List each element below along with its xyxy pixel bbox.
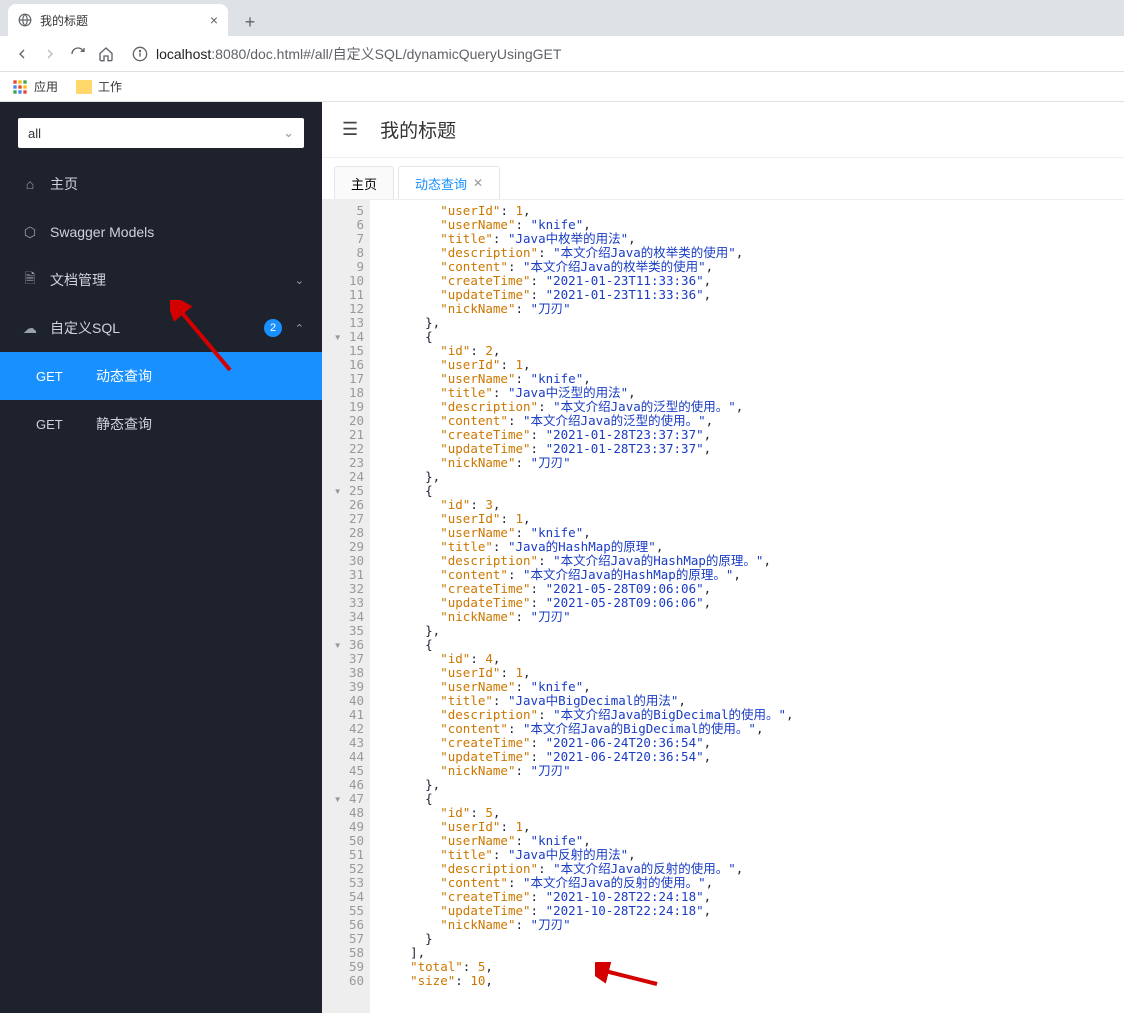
chevron-down-icon: ⌄ — [295, 274, 304, 287]
doc-icon: 🗎 — [22, 268, 38, 292]
new-tab-button[interactable]: + — [236, 8, 264, 36]
sidebar-item-cube[interactable]: ⬡ Swagger Models — [0, 208, 322, 256]
content-tabs: 主页 动态查询 ✕ — [322, 158, 1124, 200]
url-host: localhost — [156, 46, 211, 62]
folder-icon — [76, 80, 92, 94]
count-badge: 2 — [264, 319, 282, 337]
sidebar-subitem[interactable]: GET静态查询 — [0, 400, 322, 448]
apps-label: 应用 — [34, 78, 58, 95]
subitem-label: 静态查询 — [96, 414, 152, 434]
sidebar-item-label: 主页 — [50, 174, 78, 194]
work-label: 工作 — [98, 78, 122, 95]
annotation-arrow-icon — [595, 962, 665, 992]
apps-icon — [12, 79, 28, 95]
sidebar-item-label: Swagger Models — [50, 224, 154, 240]
sidebar-item-label: 自定义SQL — [50, 318, 120, 338]
chevron-down-icon: ⌄ — [283, 125, 294, 141]
reload-button[interactable] — [64, 40, 92, 68]
top-bar: ☰ 我的标题 — [322, 102, 1124, 158]
browser-tabbar: 我的标题 × + — [0, 0, 1124, 36]
url-box[interactable]: localhost:8080/doc.html#/all/自定义SQL/dyna… — [126, 44, 1116, 64]
sidebar-item-cloud[interactable]: ☁ 自定义SQL 2 ⌃ — [0, 304, 322, 352]
group-select[interactable]: all ⌄ — [18, 118, 304, 148]
close-icon[interactable]: × — [210, 12, 218, 28]
apps-bookmark[interactable]: 应用 — [12, 78, 58, 95]
main-panel: ☰ 我的标题 主页 动态查询 ✕ 5 6 7 8 9 10 11 12 13 ▾ … — [322, 102, 1124, 1013]
url-port: :8080 — [211, 46, 246, 62]
browser-tab[interactable]: 我的标题 × — [8, 4, 228, 36]
cube-icon: ⬡ — [22, 224, 38, 241]
annotation-arrow-icon — [170, 300, 240, 380]
line-gutter: 5 6 7 8 9 10 11 12 13 ▾ 14 15 16 17 18 1… — [322, 200, 370, 1013]
browser-tab-title: 我的标题 — [40, 12, 210, 29]
http-method: GET — [36, 369, 96, 384]
sidebar-item-home[interactable]: ⌂ 主页 — [0, 160, 322, 208]
code-panel: 5 6 7 8 9 10 11 12 13 ▾ 14 15 16 17 18 1… — [322, 200, 1124, 1013]
sidebar-collapse-icon[interactable]: ☰ — [342, 119, 358, 140]
work-bookmark[interactable]: 工作 — [76, 78, 122, 95]
chevron-up-icon: ⌃ — [295, 322, 304, 335]
tab-dynamic-query-label: 动态查询 — [415, 174, 467, 193]
globe-icon — [18, 13, 32, 27]
info-icon — [132, 46, 148, 62]
tab-home[interactable]: 主页 — [334, 166, 394, 199]
sidebar: all ⌄ ⌂ 主页 ⬡ Swagger Models 🗎 文档管理 ⌄ ☁ 自定义SQL 2 ⌃ G… — [0, 102, 322, 1013]
http-method: GET — [36, 417, 96, 432]
subitem-label: 动态查询 — [96, 366, 152, 386]
url-path: /doc.html#/all/自定义SQL/dynamicQueryUsingG… — [246, 44, 561, 64]
sidebar-item-label: 文档管理 — [50, 270, 106, 290]
tab-home-label: 主页 — [351, 174, 377, 193]
bookmarks-bar: 应用 工作 — [0, 72, 1124, 102]
browser-address-bar: localhost:8080/doc.html#/all/自定义SQL/dyna… — [0, 36, 1124, 72]
sidebar-subitem[interactable]: GET动态查询 — [0, 352, 322, 400]
cloud-icon: ☁ — [22, 320, 38, 337]
close-icon[interactable]: ✕ — [473, 176, 483, 190]
home-icon: ⌂ — [22, 176, 38, 192]
home-button[interactable] — [92, 40, 120, 68]
tab-dynamic-query[interactable]: 动态查询 ✕ — [398, 166, 500, 199]
back-button[interactable] — [8, 40, 36, 68]
forward-button[interactable] — [36, 40, 64, 68]
app-title: 我的标题 — [380, 116, 456, 143]
code-body[interactable]: "userId": 1, "userName": "knife", "title… — [370, 200, 1124, 1013]
group-select-value: all — [28, 126, 41, 141]
sidebar-item-doc[interactable]: 🗎 文档管理 ⌄ — [0, 256, 322, 304]
